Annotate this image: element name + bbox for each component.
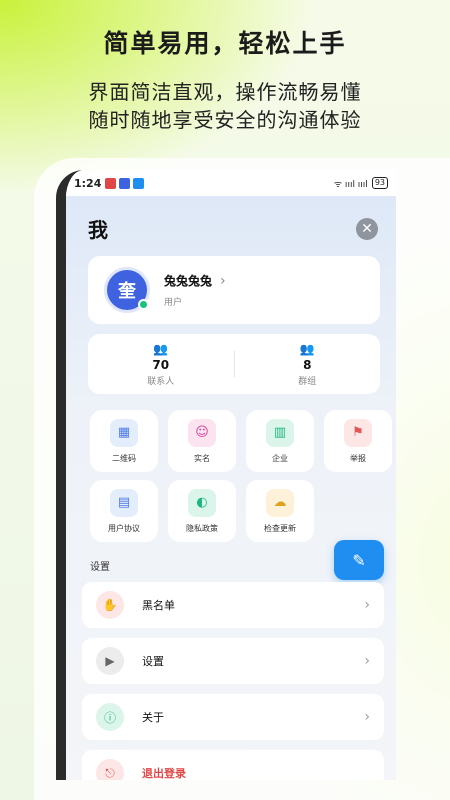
tile-qrcode[interactable]: ▦ 二维码: [90, 410, 158, 472]
signal-icon: ᯤ ıııl ıııl: [333, 179, 368, 190]
chevron-right-icon: ›: [364, 709, 370, 725]
stat-label: 群组: [298, 376, 317, 387]
stat-label: 联系人: [147, 376, 175, 387]
row-label: 退出登录: [142, 767, 186, 780]
qrcode-icon: ▦: [110, 418, 138, 447]
enterprise-icon: ▥: [266, 418, 294, 447]
promo-line-1: 界面简洁直观，操作流畅易懂: [88, 80, 362, 104]
battery-icon: 93: [371, 177, 388, 189]
online-status-icon: [138, 299, 149, 310]
report-flag-icon: ⚑: [344, 418, 372, 447]
row-settings[interactable]: ▶ 设置 ›: [82, 638, 384, 684]
page-title: 我: [88, 218, 108, 242]
tile-privacy-policy[interactable]: ◐ 隐私政策: [168, 480, 236, 542]
agreement-icon: ▤: [110, 488, 138, 517]
stat-value: 8: [303, 357, 312, 372]
promo-line-2: 随时随地享受安全的沟通体验: [88, 108, 362, 132]
chevron-right-icon: ›: [364, 597, 370, 613]
edit-message-icon: ✎: [352, 550, 366, 570]
tile-user-agreement[interactable]: ▤ 用户协议: [90, 480, 158, 542]
privacy-shield-icon: ◐: [188, 488, 216, 517]
row-about[interactable]: ⓘ 关于 ›: [82, 694, 384, 740]
update-cloud-icon: ☁: [266, 488, 294, 517]
blacklist-hand-icon: ✋: [96, 591, 124, 619]
notification-icon: [133, 177, 145, 189]
phone-mockup: 1:24 ᯤ ıııl ıııl 93 我 ✕ 奎 兔兔兔兔 › 用户 👥 70…: [56, 170, 396, 780]
title-row: 我 ✕: [88, 214, 378, 243]
profile-card[interactable]: 奎 兔兔兔兔 › 用户: [88, 256, 380, 324]
groups-icon: 👥: [299, 341, 315, 356]
feedback-fab-button[interactable]: ✎: [334, 540, 384, 580]
status-bar: 1:24 ᯤ ıııl ıııl 93: [66, 170, 396, 196]
row-label: 关于: [142, 711, 164, 724]
stat-value: 70: [152, 357, 170, 372]
stat-contacts[interactable]: 👥 70 联系人: [88, 342, 234, 387]
section-title-settings: 设置: [90, 562, 110, 573]
profile-info: 兔兔兔兔 › 用户: [164, 272, 226, 309]
row-logout[interactable]: ⎋ 退出登录: [82, 750, 384, 780]
close-icon[interactable]: ✕: [356, 217, 378, 240]
chevron-right-icon: ›: [220, 272, 226, 289]
status-time: 1:24: [74, 176, 102, 190]
chevron-right-icon: ›: [364, 653, 370, 669]
about-info-icon: ⓘ: [96, 703, 124, 731]
tile-label: 用户协议: [108, 523, 140, 533]
tile-label: 企业: [272, 453, 288, 463]
profile-name: 兔兔兔兔: [164, 274, 213, 288]
notification-icon: [119, 177, 131, 189]
stat-groups[interactable]: 👥 8 群组: [235, 342, 381, 387]
realname-icon: ☺: [188, 418, 216, 447]
status-right: ᯤ ıııl ıııl 93: [334, 177, 388, 190]
app-screen: 1:24 ᯤ ıııl ıııl 93 我 ✕ 奎 兔兔兔兔 › 用户 👥 70…: [66, 170, 396, 780]
tile-label: 举报: [350, 453, 366, 463]
profile-name-row: 兔兔兔兔 ›: [164, 272, 226, 289]
promo-headline: 简单易用，轻松上手: [103, 29, 347, 58]
tile-enterprise[interactable]: ▥ 企业: [246, 410, 314, 472]
row-label: 设置: [142, 655, 164, 668]
logout-icon: ⎋: [96, 759, 124, 780]
stats-card: 👥 70 联系人 👥 8 群组: [88, 334, 380, 394]
tile-report[interactable]: ⚑ 举报: [324, 410, 392, 472]
tile-label: 检查更新: [264, 523, 296, 533]
avatar[interactable]: 奎: [104, 267, 150, 313]
profile-role: 用户: [164, 298, 183, 308]
row-label: 黑名单: [142, 599, 175, 612]
tile-label: 隐私政策: [186, 523, 218, 533]
contacts-icon: 👥: [153, 341, 169, 356]
tile-realname[interactable]: ☺ 实名: [168, 410, 236, 472]
tile-label: 二维码: [112, 453, 136, 463]
tile-label: 实名: [194, 453, 210, 463]
avatar-text: 奎: [118, 281, 136, 302]
row-blacklist[interactable]: ✋ 黑名单 ›: [82, 582, 384, 628]
settings-icon: ▶: [96, 647, 124, 675]
tile-check-update[interactable]: ☁ 检查更新: [246, 480, 314, 542]
notification-icon: [105, 177, 117, 189]
